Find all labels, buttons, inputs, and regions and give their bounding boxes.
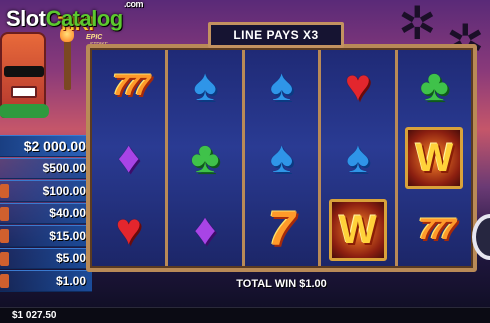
tiki-mascot [0,32,49,118]
paytable-row: $15.00 [0,225,92,247]
tiki-mini-icon [0,206,9,221]
club-symbol: ♣ [419,61,449,110]
reel-3: ♠ ♠ 7 [244,50,322,266]
reel-frame: 777 ♦ ♥ ♠ ♣ ♦ ♠ ♠ 7 ♥ ♠ W ♣ W 777 [86,44,477,272]
paytable-row: $100.00 [0,180,92,202]
diamond-symbol: ♦ [193,205,217,254]
reel-4: ♥ ♠ W [321,50,398,266]
paytable-row: $500.00 [0,157,92,179]
triple-seven-symbol: 777 [112,69,151,102]
total-win-label: TOTAL WIN [236,278,297,290]
wild-frame: W [405,127,464,189]
paytable-row: $5.00 [0,247,92,269]
tiki-mini-icon [0,274,9,288]
bottom-bar: $1 027.50 [0,307,490,323]
game-logo-subtitle: EPIC [86,34,103,41]
tiki-mini-icon [0,251,9,266]
total-win: TOTAL WIN $1.00 [86,278,477,290]
sunglasses-icon [4,66,44,77]
spade-symbol: ♠ [269,61,294,110]
triple-seven-symbol: 777 [418,213,456,246]
tiki-mouth [11,86,37,98]
heart-symbol: ♥ [115,205,142,254]
tiki-mini-icon [0,184,9,198]
palm-tree-icon: ✲ [398,0,437,49]
spade-symbol: ♠ [193,61,217,110]
spade-symbol: ♠ [269,133,294,182]
paytable-row: $2 000.00 [0,135,92,157]
paytable: $2 000.00 $500.00 $100.00 $40.00 $15.00 … [0,135,92,293]
total-win-value: $1.00 [299,278,327,290]
spade-symbol: ♠ [346,133,370,182]
club-symbol: ♣ [190,133,220,182]
reel-5: ♣ W 777 [397,50,472,266]
wild-frame: W [328,199,387,261]
paytable-row: $40.00 [0,202,92,224]
site-watermark: SlotCatalog .com [6,0,144,31]
reel-1: 777 ♦ ♥ [92,50,169,266]
seven-symbol: 7 [268,203,295,256]
diamond-symbol: ♦ [117,133,140,182]
line-pays-banner: LINE PAYS X3 [208,22,344,48]
wild-symbol: W [328,199,387,261]
reels-grid: 777 ♦ ♥ ♠ ♣ ♦ ♠ ♠ 7 ♥ ♠ W ♣ W 777 [92,50,472,266]
leaf-garland [0,104,49,118]
wild-symbol: W [405,127,464,189]
credit-balance: $1 027.50 [12,310,57,321]
tiki-mini-icon [0,229,9,243]
reel-2: ♠ ♣ ♦ [168,50,245,266]
paytable-row: $1.00 [0,270,92,292]
heart-symbol: ♥ [344,61,371,110]
